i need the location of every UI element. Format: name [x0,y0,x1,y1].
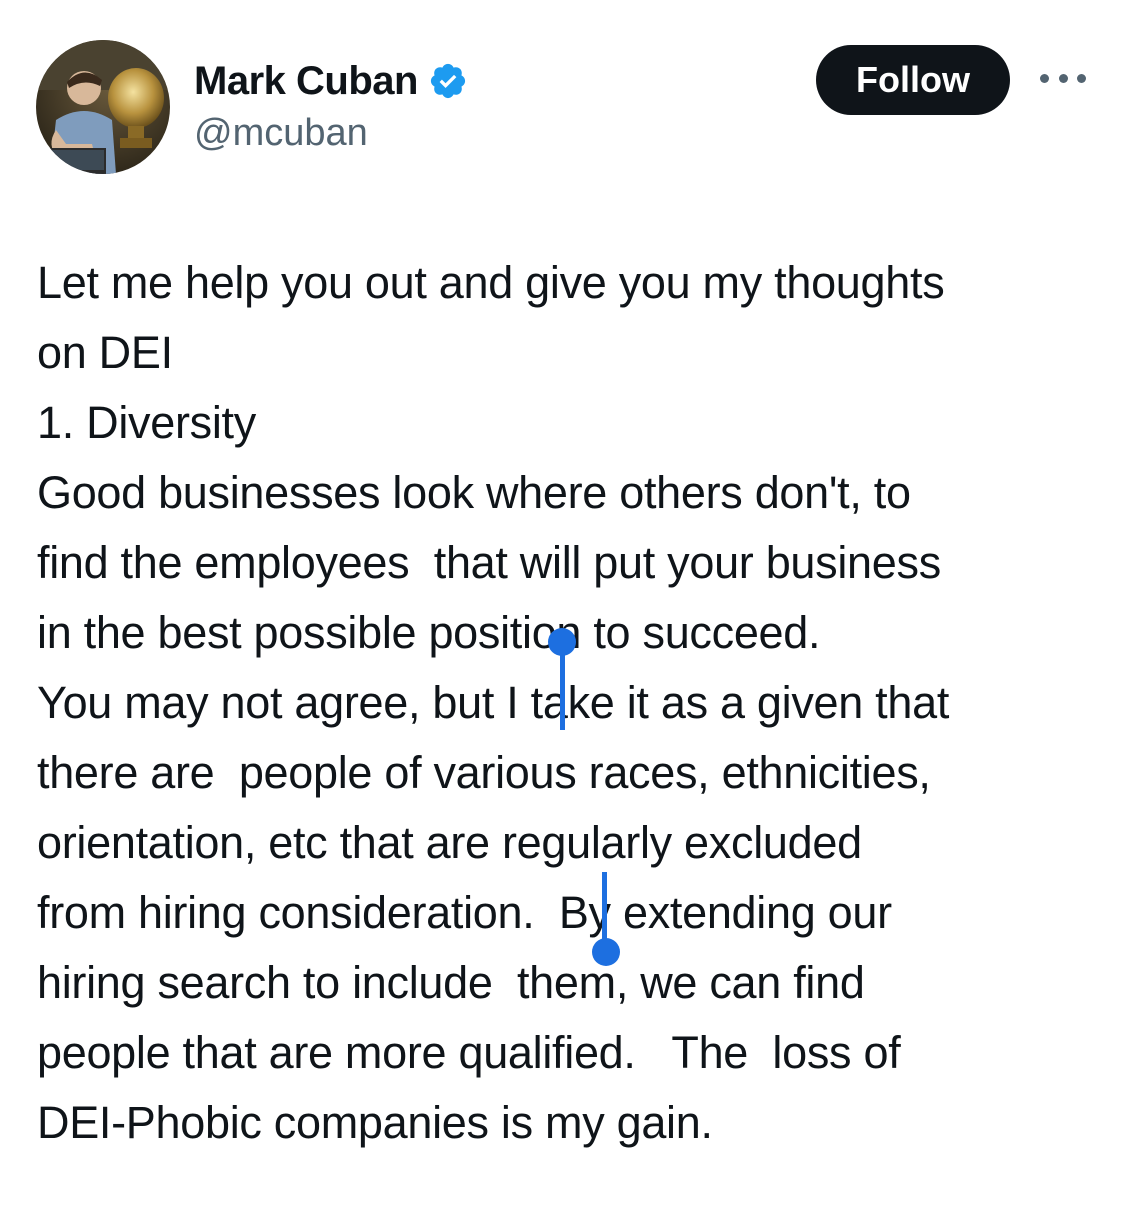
tweet-line: on DEI [37,327,173,378]
author-handle[interactable]: @mcuban [194,112,368,155]
author-name-row[interactable]: Mark Cuban [194,56,468,106]
tweet-line: DEI-Phobic companies is my gain. [37,1097,713,1148]
author-display-name[interactable]: Mark Cuban [194,59,418,104]
ellipsis-dot [1077,73,1086,83]
tweet-line: 1. Diversity [37,397,256,448]
tweet-line: there are people of various races, ethni… [37,747,931,798]
tweet-line: You may not agree, but I take it as a gi… [37,677,950,728]
ellipsis-dot [1058,73,1068,83]
tweet-line: Good businesses look where others don't,… [37,467,911,518]
tweet-line: people that are more qualified. The loss… [37,1027,901,1078]
profile-photo-icon [36,40,170,174]
ellipsis-dot [1040,73,1049,83]
selection-end-handle[interactable] [592,938,620,966]
follow-button[interactable]: Follow [816,45,1010,115]
tweet-line: find the employees that will put your bu… [37,537,941,588]
tweet-text[interactable]: Let me help you out and give you my thou… [37,248,1107,1158]
selection-end-handle-bar[interactable] [602,872,607,947]
tweet-line: orientation, etc that are regularly excl… [37,817,862,868]
ellipsis-icon[interactable] [1040,66,1086,90]
tweet-line: Let me help you out and give you my thou… [37,257,945,308]
tweet-line: hiring search to include them, we can fi… [37,957,865,1008]
verified-badge-icon [430,63,466,99]
selection-start-handle-bar[interactable] [560,645,565,730]
selection-start-handle[interactable] [548,628,576,656]
avatar[interactable] [36,40,170,174]
tweet-line: from hiring consideration. By extending … [37,887,892,938]
